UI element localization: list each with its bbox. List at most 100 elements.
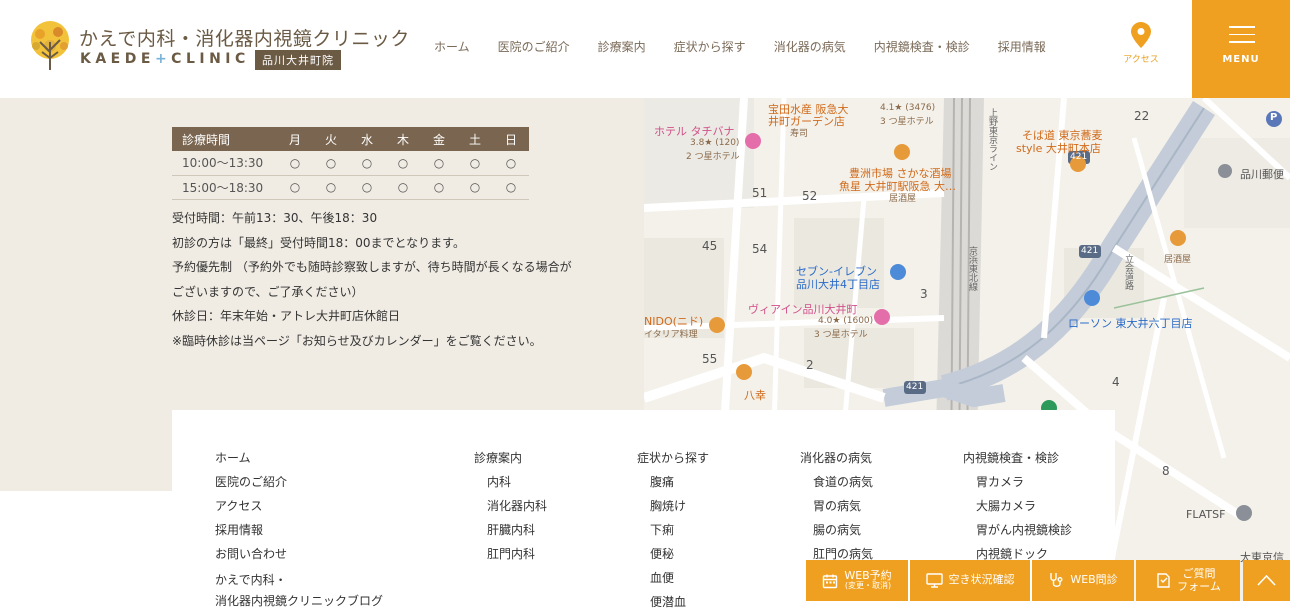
footer-link[interactable]: 下痢 — [637, 518, 709, 542]
day-mon: 月 — [277, 127, 313, 151]
open-mark: ○ — [421, 175, 457, 200]
open-mark: ○ — [349, 175, 385, 200]
question-form-button[interactable]: ご質問 フォーム — [1136, 560, 1240, 601]
footer-link-about[interactable]: 医院のご紹介 — [215, 470, 383, 494]
nav-diseases[interactable]: 消化器の病気 — [774, 38, 846, 55]
map-pin-icon — [1131, 22, 1151, 48]
day-sat: 土 — [457, 127, 493, 151]
footer-col-endoscopy: 内視鏡検査・検診 胃カメラ 大腸カメラ 胃がん内視鏡検診 内視鏡ドック — [963, 446, 1072, 566]
map-label: FLATSF — [1186, 508, 1226, 521]
footer-link[interactable]: 消化器内科 — [474, 494, 547, 518]
availability-button[interactable]: 空き状況確認 — [910, 560, 1030, 601]
footer-link[interactable]: 内科 — [474, 470, 547, 494]
footer-link[interactable]: 胃カメラ — [963, 470, 1072, 494]
footer-link[interactable]: 腸の病気 — [800, 518, 873, 542]
footer-heading-symptoms[interactable]: 症状から探す — [637, 446, 709, 470]
route-number: 421 — [1081, 246, 1099, 256]
map-label: ヴィアイン品川大井町 — [748, 303, 858, 316]
map-label: 4.1★ (3476) — [880, 103, 936, 113]
footer-link[interactable]: 胸焼け — [637, 494, 709, 518]
stethoscope-icon — [1050, 573, 1063, 587]
map-label: ホテル タチバナ — [654, 125, 735, 138]
nav-services[interactable]: 診療案内 — [598, 38, 646, 55]
access-link[interactable]: アクセス — [1120, 22, 1162, 65]
footer-col-main: ホーム 医院のご紹介 アクセス 採用情報 お問い合わせ かえで内科・ 消化器内視… — [215, 446, 383, 612]
map-label: 立会道路 — [1123, 254, 1133, 290]
route-number: 421 — [906, 382, 924, 392]
open-mark: ○ — [457, 175, 493, 200]
open-mark: ○ — [385, 175, 421, 200]
footer-col-services: 診療案内 内科 消化器内科 肝臓内科 肛門内科 — [474, 446, 547, 566]
calendar-icon — [823, 574, 838, 588]
note-first-visit: 初診の方は「最終」受付時間18：00までとなります。 — [172, 235, 465, 250]
block-number: 52 — [802, 189, 818, 203]
open-mark: ○ — [313, 175, 349, 200]
footer-link[interactable]: 血便 — [637, 566, 709, 590]
chevron-up-icon — [1257, 574, 1276, 586]
map-label: 品川大井4丁目店 — [796, 278, 880, 291]
nav-symptoms[interactable]: 症状から探す — [674, 38, 746, 55]
logo-en-plus: + — [154, 51, 172, 67]
footer-link[interactable]: 胃の病気 — [800, 494, 873, 518]
question-form-line1: ご質問 — [1182, 567, 1216, 581]
hours-row-afternoon: 15:00〜18:30 ○ ○ ○ ○ ○ ○ ○ — [172, 175, 529, 200]
hamburger-icon — [1229, 26, 1255, 49]
day-thu: 木 — [385, 127, 421, 151]
footer-link-blog-line2[interactable]: 消化器内視鏡クリニックブログ — [215, 591, 383, 612]
nav-recruit[interactable]: 採用情報 — [998, 38, 1046, 55]
logo-english-name: KAEDE+CLINIC — [80, 51, 250, 67]
nav-home[interactable]: ホーム — [434, 38, 470, 55]
footer-link[interactable]: 肛門内科 — [474, 542, 547, 566]
footer-heading-diseases[interactable]: 消化器の病気 — [800, 446, 873, 470]
map-label: 京浜東北線 — [967, 246, 977, 291]
back-to-top-button[interactable] — [1243, 560, 1290, 601]
block-number: 4 — [1112, 375, 1120, 389]
nav-about[interactable]: 医院のご紹介 — [498, 38, 570, 55]
footer-link[interactable]: 肝臓内科 — [474, 518, 547, 542]
block-number: 2 — [806, 358, 814, 372]
map-label: 4.0★ (1600) — [818, 316, 874, 326]
parking-label: P — [1270, 112, 1278, 123]
clinic-logo[interactable]: かえで内科・消化器内視鏡クリニック KAEDE+CLINIC 品川大井町院 — [26, 20, 409, 74]
nav-endoscopy[interactable]: 内視鏡検査・検診 — [874, 38, 970, 55]
hours-table: 診療時間 月 火 水 木 金 土 日 10:00〜13:30 ○ ○ ○ ○ ○… — [172, 127, 529, 200]
hours-header-row: 診療時間 月 火 水 木 金 土 日 — [172, 127, 529, 151]
open-mark: ○ — [457, 151, 493, 176]
open-mark: ○ — [277, 151, 313, 176]
footer-link[interactable]: 便潜血 — [637, 590, 709, 614]
logo-en-right: CLINIC — [171, 51, 250, 67]
footer-link-contact[interactable]: お問い合わせ — [215, 542, 383, 566]
day-wed: 水 — [349, 127, 385, 151]
cta-bar: WEB予約 (変更・取消) 空き状況確認 WEB問診 ご質問 フォーム — [806, 560, 1242, 601]
maple-tree-icon — [31, 21, 69, 70]
web-reservation-button[interactable]: WEB予約 (変更・取消) — [806, 560, 908, 601]
open-mark: ○ — [385, 151, 421, 176]
footer-link-recruit[interactable]: 採用情報 — [215, 518, 383, 542]
footer-heading-services[interactable]: 診療案内 — [474, 446, 547, 470]
menu-button[interactable]: MENU — [1192, 0, 1290, 98]
web-questionnaire-button[interactable]: WEB問診 — [1032, 560, 1134, 601]
footer-link-blog-line1[interactable]: かえで内科・ — [215, 570, 383, 591]
footer-link-access[interactable]: アクセス — [215, 494, 383, 518]
logo-en-left: KAEDE — [80, 51, 155, 67]
map-label: 3 つ星ホテル — [814, 330, 868, 340]
form-icon — [1157, 573, 1170, 588]
footer-link[interactable]: 食道の病気 — [800, 470, 873, 494]
availability-label: 空き状況確認 — [948, 573, 1015, 587]
block-number: 54 — [752, 242, 768, 256]
footer-link[interactable]: 胃がん内視鏡検診 — [963, 518, 1072, 542]
footer-link[interactable]: 大腸カメラ — [963, 494, 1072, 518]
global-nav: ホーム 医院のご紹介 診療案内 症状から探す 消化器の病気 内視鏡検査・検診 採… — [420, 38, 1060, 55]
footer-link[interactable]: 腹痛 — [637, 470, 709, 494]
monitor-icon — [925, 573, 943, 588]
map-label: 3 つ星ホテル — [880, 117, 934, 127]
block-number: 22 — [1134, 109, 1150, 123]
footer-link-home[interactable]: ホーム — [215, 446, 383, 470]
menu-label: MENU — [1222, 54, 1260, 65]
day-fri: 金 — [421, 127, 457, 151]
footer-link[interactable]: 便秘 — [637, 542, 709, 566]
footer-col-symptoms: 症状から探す 腹痛 胸焼け 下痢 便秘 血便 便潜血 — [637, 446, 709, 614]
footer-heading-endoscopy[interactable]: 内視鏡検査・検診 — [963, 446, 1072, 470]
map-label: style 大井町本店 — [1016, 142, 1101, 155]
note-reception-time: 受付時間：午前13：30、午後18：30 — [172, 211, 378, 225]
